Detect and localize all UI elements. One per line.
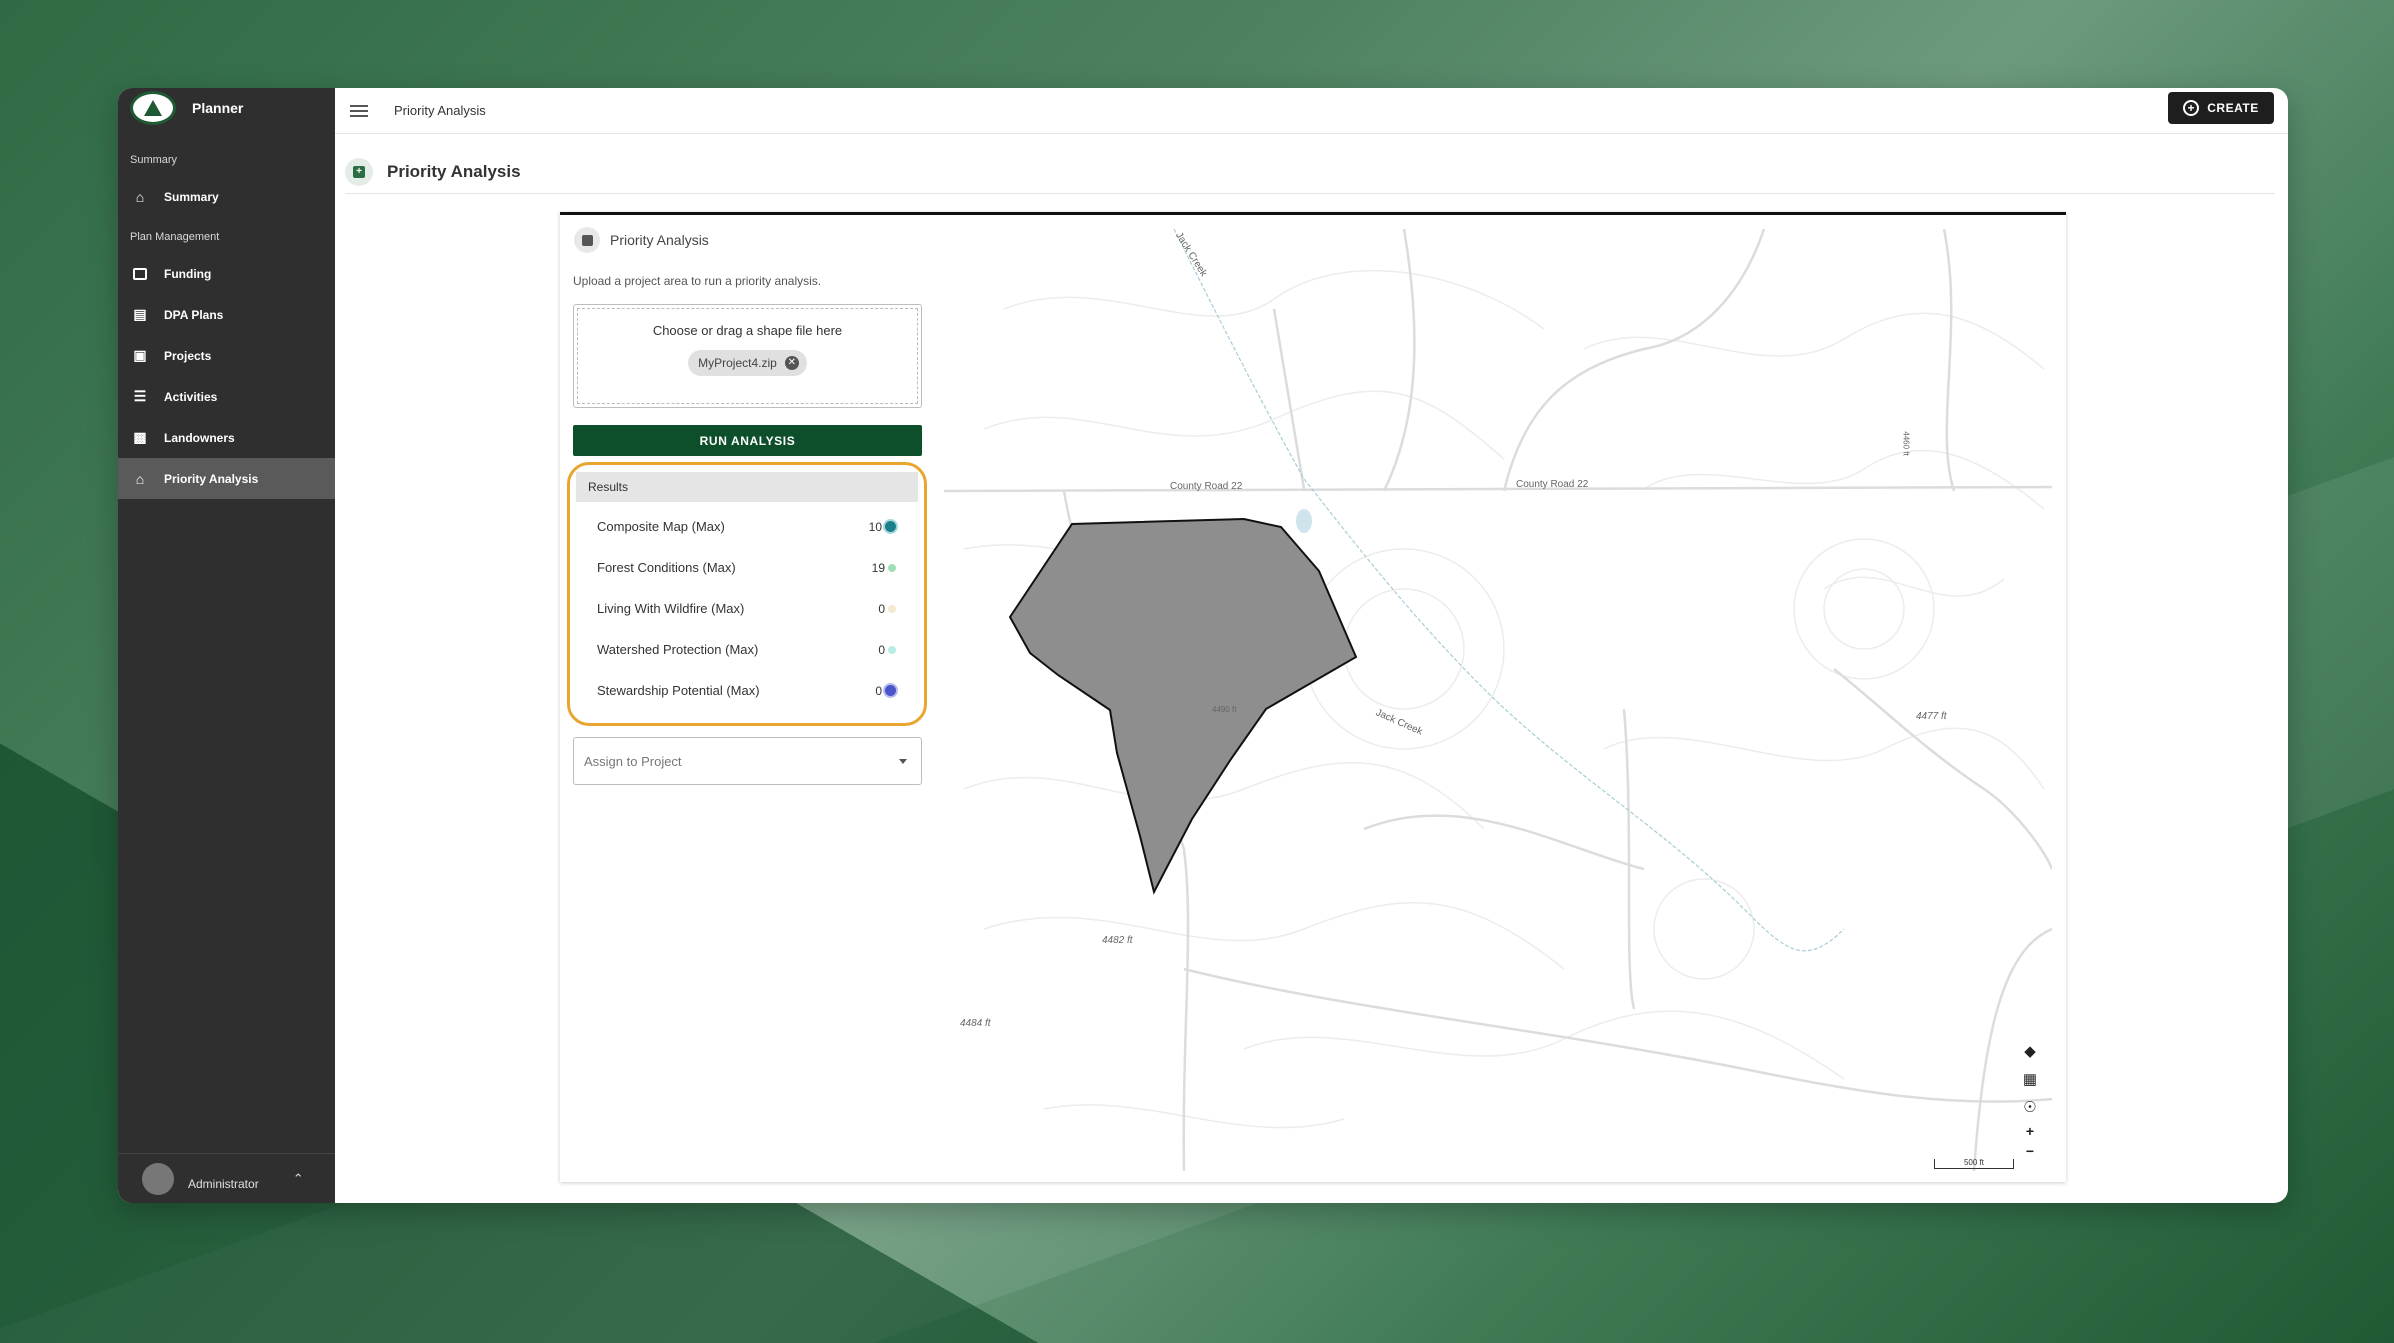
file-chip: MyProject4.zip ✕: [688, 350, 807, 376]
sidebar-item-label: Projects: [164, 348, 212, 363]
file-chip-label: MyProject4.zip: [698, 356, 777, 370]
zoom-out-button[interactable]: −: [2019, 1141, 2041, 1161]
assign-placeholder: Assign to Project: [584, 753, 682, 769]
sidebar-item-funding[interactable]: Funding: [118, 253, 335, 294]
create-button[interactable]: + CREATE: [2168, 92, 2274, 124]
assign-to-project-select[interactable]: Assign to Project: [573, 737, 922, 785]
home-icon: ⌂: [135, 188, 145, 205]
section-label-plan-management: Plan Management: [130, 231, 220, 243]
sidebar-item-activities[interactable]: ☰ Activities: [118, 376, 335, 417]
panel-description: Upload a project area to run a priority …: [573, 274, 822, 288]
result-row-watershed: Watershed Protection (Max) 0: [576, 629, 918, 670]
zoom-in-button[interactable]: +: [2019, 1121, 2041, 1141]
topbar: Priority Analysis + CREATE: [335, 88, 2288, 134]
sidebar-item-priority-analysis[interactable]: ⌂ Priority Analysis: [118, 458, 335, 499]
map-label-elevation: 4490 ft: [1212, 705, 1237, 714]
layers-icon[interactable]: ◆: [2019, 1037, 2041, 1065]
result-row-forest: Forest Conditions (Max) 19: [576, 547, 918, 588]
result-value: 19: [871, 560, 885, 575]
map-canvas: [944, 229, 2052, 1171]
sidebar-item-label: Priority Analysis: [164, 471, 259, 486]
create-button-label: CREATE: [2207, 101, 2259, 115]
map-toolbar: ◆ ▦ ☉ + −: [2018, 1037, 2042, 1161]
map-label-elevation: 4484 ft: [960, 1018, 991, 1029]
result-row-stewardship: Stewardship Potential (Max) 0: [576, 670, 918, 711]
sidebar: Planner Summary ⌂ Summary Plan Managemen…: [118, 88, 335, 1203]
page-title: Priority Analysis: [387, 161, 521, 181]
map-label-elevation: 4460 ft: [1901, 431, 1911, 456]
clipboard-icon: ▣: [133, 347, 147, 363]
brand-title: Planner: [192, 100, 244, 116]
sidebar-item-projects[interactable]: ▣ Projects: [118, 335, 335, 376]
result-color-dot: [888, 604, 896, 613]
result-color-dot: [888, 645, 896, 654]
result-name: Stewardship Potential (Max): [597, 683, 760, 698]
sidebar-item-label: Landowners: [164, 430, 235, 445]
sidebar-item-landowners[interactable]: ▩ Landowners: [118, 417, 335, 458]
map-label-road: County Road 22: [1170, 481, 1243, 492]
home-icon: ⌂: [135, 470, 145, 487]
remove-file-icon[interactable]: ✕: [784, 356, 799, 370]
project-area-polygon[interactable]: [1008, 517, 1358, 895]
topbar-title: Priority Analysis: [394, 103, 486, 118]
result-name: Forest Conditions (Max): [597, 560, 736, 575]
priority-analysis-card: Priority Analysis Upload a project area …: [560, 212, 2066, 1182]
result-name: Composite Map (Max): [597, 519, 725, 534]
app-window: Planner Summary ⌂ Summary Plan Managemen…: [118, 88, 2288, 1203]
result-color-dot: [885, 521, 896, 532]
results-list: Composite Map (Max) 10 Forest Conditions…: [576, 502, 918, 711]
user-role: Administrator: [188, 1176, 259, 1191]
result-value: 0: [878, 601, 885, 616]
user-menu[interactable]: Administrator ⌃: [118, 1153, 335, 1203]
chevron-up-icon[interactable]: ⌃: [293, 1171, 304, 1187]
dropzone-text: Choose or drag a shape file here: [652, 323, 843, 338]
result-color-dot: [885, 685, 896, 696]
sidebar-item-summary[interactable]: ⌂ Summary: [118, 176, 335, 217]
sidebar-item-label: Funding: [164, 266, 212, 281]
logo: [130, 91, 176, 125]
add-box-icon: +: [345, 157, 373, 186]
map-scale-bar: 500 ft: [1934, 1159, 2014, 1169]
result-row-composite: Composite Map (Max) 10: [576, 506, 918, 547]
map-label-elevation: 4482 ft: [1102, 935, 1133, 946]
checklist-icon: ☰: [133, 388, 147, 404]
section-label-summary: Summary: [130, 154, 178, 166]
analysis-panel: Priority Analysis Upload a project area …: [560, 215, 940, 1182]
contact-icon: ▩: [133, 429, 147, 445]
shapefile-dropzone[interactable]: Choose or drag a shape file here MyProje…: [573, 304, 922, 408]
results-header: Results: [576, 472, 918, 502]
chevron-down-icon: [899, 759, 907, 764]
globe-icon[interactable]: ☉: [2019, 1093, 2041, 1121]
chart-icon: [574, 227, 600, 253]
panel-header: Priority Analysis: [574, 227, 709, 253]
sidebar-item-label: DPA Plans: [164, 307, 224, 322]
map-view[interactable]: County Road 22 County Road 22 Jack Creek…: [944, 229, 2052, 1171]
brand[interactable]: Planner: [118, 88, 335, 128]
sidebar-item-label: Activities: [164, 389, 218, 404]
avatar: [142, 1162, 174, 1195]
results-section: Results Composite Map (Max) 10 Forest Co…: [567, 462, 927, 726]
library-icon: ▤: [133, 306, 147, 322]
sidebar-item-dpa-plans[interactable]: ▤ DPA Plans: [118, 294, 335, 335]
plus-circle-icon: +: [2183, 100, 2200, 116]
page-header: + Priority Analysis: [345, 150, 2275, 194]
panel-title: Priority Analysis: [610, 232, 709, 248]
map-label-elevation: 4477 ft: [1916, 711, 1947, 722]
result-value: 0: [875, 683, 882, 698]
result-color-dot: [888, 563, 896, 572]
result-value: 10: [868, 519, 882, 534]
run-analysis-button[interactable]: RUN ANALYSIS: [573, 425, 922, 456]
map-label-road: County Road 22: [1516, 479, 1589, 490]
money-icon: [130, 266, 150, 282]
sidebar-item-label: Summary: [164, 189, 219, 204]
result-name: Watershed Protection (Max): [597, 642, 759, 657]
hamburger-menu-icon[interactable]: [350, 104, 368, 117]
grid-icon[interactable]: ▦: [2019, 1065, 2041, 1093]
result-value: 0: [878, 642, 885, 657]
result-row-wildfire: Living With Wildfire (Max) 0: [576, 588, 918, 629]
result-name: Living With Wildfire (Max): [597, 601, 745, 616]
